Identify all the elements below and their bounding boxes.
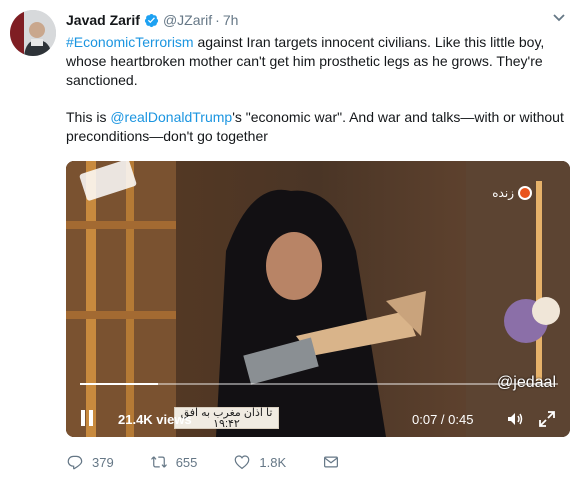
tweet-header: Javad Zarif @JZarif · 7h <box>66 10 238 30</box>
tweet-paragraph-2: This is @realDonaldTrump's "economic war… <box>66 108 566 146</box>
live-badge: زنده <box>492 186 532 200</box>
reply-icon <box>67 455 83 470</box>
video-frame <box>66 161 570 437</box>
tweet-timestamp[interactable]: 7h <box>223 12 239 28</box>
reply-count: 379 <box>92 454 114 470</box>
pause-icon[interactable] <box>80 409 94 427</box>
live-dot-icon <box>518 186 532 200</box>
live-label: زنده <box>492 186 514 200</box>
volume-icon[interactable] <box>506 410 524 428</box>
message-button[interactable] <box>322 453 348 471</box>
retweet-icon <box>150 456 167 468</box>
message-icon <box>324 456 339 468</box>
reply-button[interactable]: 379 <box>66 453 114 471</box>
tweet-actions: 379 655 1.8K <box>66 452 384 472</box>
tweet-paragraph-2-prefix: This is <box>66 109 111 125</box>
tweet-text: #EconomicTerrorism against Iran targets … <box>66 33 566 164</box>
like-button[interactable]: 1.8K <box>233 453 286 471</box>
author-handle[interactable]: @JZarif <box>163 12 212 28</box>
mention-link[interactable]: @realDonaldTrump <box>110 109 232 125</box>
video-player[interactable]: زنده @jedaal تا اذان مغرب به افق ۱۹:۴۲ 2… <box>66 161 570 437</box>
hashtag-link[interactable]: #EconomicTerrorism <box>66 34 194 50</box>
avatar[interactable] <box>10 10 56 56</box>
video-progress-bar[interactable] <box>80 383 558 385</box>
retweet-button[interactable]: 655 <box>150 453 198 471</box>
tweet-paragraph-1: #EconomicTerrorism against Iran targets … <box>66 33 566 90</box>
tweet-card: Javad Zarif @JZarif · 7h #EconomicTerror… <box>0 0 579 482</box>
video-timecode: 0:07 / 0:45 <box>412 412 474 427</box>
video-progress-fill <box>80 383 159 385</box>
like-icon <box>235 455 250 470</box>
caret-down-icon[interactable] <box>553 14 565 22</box>
view-count: 21.4K views <box>118 412 192 427</box>
meta-separator: · <box>215 12 220 28</box>
verified-badge-icon <box>144 13 158 27</box>
expand-icon[interactable] <box>538 410 556 428</box>
video-controls: 21.4K views 0:07 / 0:45 <box>66 401 570 437</box>
retweet-count: 655 <box>175 454 198 470</box>
author-name[interactable]: Javad Zarif <box>66 12 140 28</box>
avatar-image <box>10 10 56 56</box>
like-count: 1.8K <box>259 454 287 470</box>
